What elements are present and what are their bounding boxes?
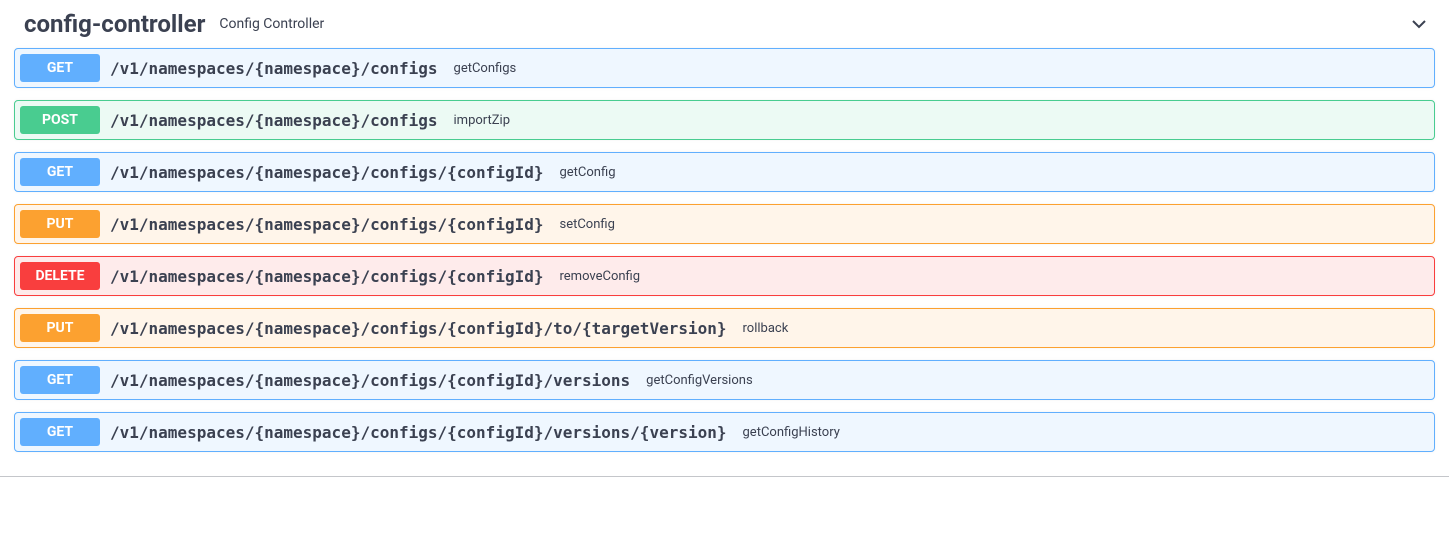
- operation-summary: POST /v1/namespaces/{namespace}/configs …: [15, 101, 1434, 139]
- operation-getConfig[interactable]: GET /v1/namespaces/{namespace}/configs/{…: [14, 152, 1435, 192]
- tag-section: config-controller Config Controller GET …: [0, 0, 1449, 477]
- operation-importZip[interactable]: POST /v1/namespaces/{namespace}/configs …: [14, 100, 1435, 140]
- tag-description: Config Controller: [219, 16, 324, 32]
- operation-path: /v1/namespaces/{namespace}/configs/{conf…: [100, 319, 737, 338]
- http-method-badge: POST: [20, 106, 100, 134]
- collapse-toggle[interactable]: [1409, 14, 1429, 34]
- operation-removeConfig[interactable]: DELETE /v1/namespaces/{namespace}/config…: [14, 256, 1435, 296]
- operation-path: /v1/namespaces/{namespace}/configs/{conf…: [100, 423, 737, 442]
- operation-summary: GET /v1/namespaces/{namespace}/configs g…: [15, 49, 1434, 87]
- tag-header[interactable]: config-controller Config Controller: [0, 0, 1449, 48]
- operation-summary: GET /v1/namespaces/{namespace}/configs/{…: [15, 361, 1434, 399]
- operation-path: /v1/namespaces/{namespace}/configs/{conf…: [100, 215, 553, 234]
- operation-summary: GET /v1/namespaces/{namespace}/configs/{…: [15, 153, 1434, 191]
- operation-id: importZip: [448, 113, 517, 128]
- http-method-badge: PUT: [20, 210, 100, 238]
- operation-path: /v1/namespaces/{namespace}/configs/{conf…: [100, 371, 640, 390]
- operation-summary: PUT /v1/namespaces/{namespace}/configs/{…: [15, 205, 1434, 243]
- tag-name: config-controller: [24, 10, 205, 38]
- http-method-badge: PUT: [20, 314, 100, 342]
- operation-id: getConfigs: [448, 61, 523, 76]
- operation-id: getConfigHistory: [737, 425, 846, 440]
- chevron-down-icon: [1409, 14, 1429, 34]
- operation-path: /v1/namespaces/{namespace}/configs: [100, 59, 448, 78]
- operation-id: setConfig: [553, 217, 620, 232]
- operation-getConfigs[interactable]: GET /v1/namespaces/{namespace}/configs g…: [14, 48, 1435, 88]
- operation-path: /v1/namespaces/{namespace}/configs/{conf…: [100, 163, 553, 182]
- operations-list: GET /v1/namespaces/{namespace}/configs g…: [0, 48, 1449, 476]
- operation-summary: PUT /v1/namespaces/{namespace}/configs/{…: [15, 309, 1434, 347]
- http-method-badge: GET: [20, 366, 100, 394]
- http-method-badge: DELETE: [20, 262, 100, 290]
- http-method-badge: GET: [20, 158, 100, 186]
- operation-getConfigHistory[interactable]: GET /v1/namespaces/{namespace}/configs/{…: [14, 412, 1435, 452]
- operation-path: /v1/namespaces/{namespace}/configs: [100, 111, 448, 130]
- operation-id: removeConfig: [553, 269, 646, 284]
- http-method-badge: GET: [20, 418, 100, 446]
- operation-id: getConfigVersions: [640, 373, 758, 388]
- operation-path: /v1/namespaces/{namespace}/configs/{conf…: [100, 267, 553, 286]
- operation-id: getConfig: [553, 165, 621, 180]
- operation-id: rollback: [737, 321, 795, 336]
- operation-rollback[interactable]: PUT /v1/namespaces/{namespace}/configs/{…: [14, 308, 1435, 348]
- operation-summary: DELETE /v1/namespaces/{namespace}/config…: [15, 257, 1434, 295]
- operation-setConfig[interactable]: PUT /v1/namespaces/{namespace}/configs/{…: [14, 204, 1435, 244]
- operation-getConfigVersions[interactable]: GET /v1/namespaces/{namespace}/configs/{…: [14, 360, 1435, 400]
- operation-summary: GET /v1/namespaces/{namespace}/configs/{…: [15, 413, 1434, 451]
- http-method-badge: GET: [20, 54, 100, 82]
